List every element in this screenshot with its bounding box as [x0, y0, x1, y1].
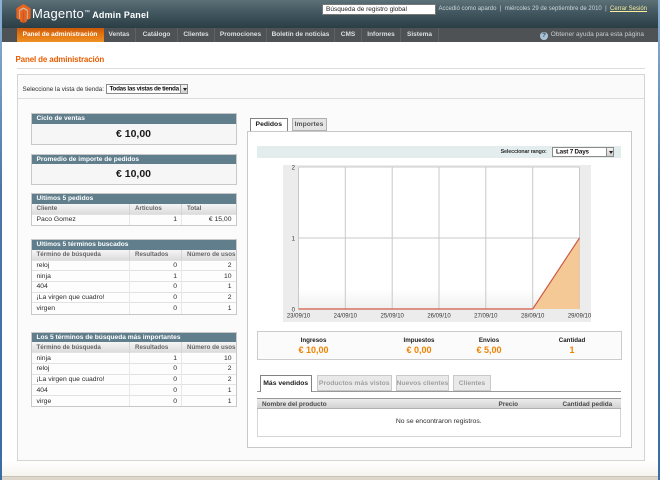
svg-text:24/09/10: 24/09/10	[333, 314, 357, 320]
svg-text:27/09/10: 27/09/10	[474, 314, 498, 320]
svg-text:28/09/10: 28/09/10	[521, 314, 545, 320]
svg-text:25/09/10: 25/09/10	[380, 314, 404, 320]
svg-text:26/09/10: 26/09/10	[427, 314, 451, 320]
svg-text:2: 2	[291, 166, 295, 172]
svg-text:23/09/10: 23/09/10	[286, 314, 310, 320]
svg-text:1: 1	[291, 237, 295, 243]
svg-text:29/09/10: 29/09/10	[567, 314, 590, 320]
